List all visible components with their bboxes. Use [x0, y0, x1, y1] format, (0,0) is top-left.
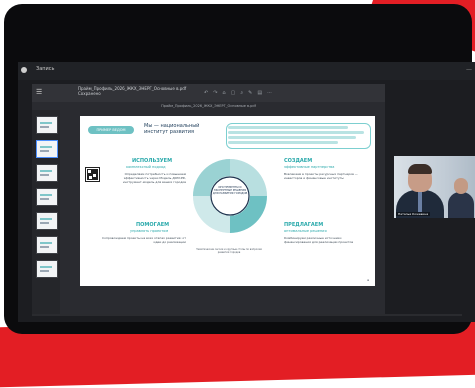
- presentation-slide: ПРИМЕР ВЕДОМ Мы — национальный институт …: [80, 116, 375, 286]
- document-title: Прайм_Профиль_2026_ЖКХ_ЭНЕРГ_Основные в.…: [161, 104, 256, 108]
- section-text-create: Вовлекаем в проекты ресурсных партнеров …: [284, 172, 358, 180]
- section-subtitle-offer: оптимальные решения: [284, 229, 327, 233]
- slide-pill-label: ПРИМЕР ВЕДОМ: [88, 126, 134, 134]
- file-subtitle: Сохранено: [78, 91, 101, 96]
- thumbnail-sidebar: [32, 110, 60, 316]
- home-icon[interactable]: ⌂: [222, 90, 230, 96]
- section-text-use: Определяем потребность и повышаем эффект…: [122, 172, 186, 184]
- section-subtitle-help: управлять проектом: [130, 229, 169, 233]
- undo-icon[interactable]: ↶: [204, 90, 213, 96]
- page-thumbnail[interactable]: [36, 260, 58, 278]
- slide-caption: Тематические сессии и круглые столы по в…: [196, 248, 262, 254]
- page-thumbnail[interactable]: [36, 236, 58, 254]
- window-title: Запись: [36, 66, 55, 72]
- slide-title: Мы — национальный институт развития: [144, 123, 200, 135]
- laptop-screen: Запись — ☰ Прайм_Профиль_2026_ЖКХ_ЭНЕРГ_…: [18, 62, 475, 322]
- window-titlebar: Запись —: [18, 62, 475, 80]
- more-icon[interactable]: ⋯: [267, 90, 277, 96]
- video-participant-tile[interactable]: Наталья Кожевина: [394, 156, 475, 218]
- menu-icon[interactable]: ☰: [36, 88, 42, 96]
- search-icon[interactable]: ⌕: [240, 90, 248, 96]
- laptop-body: Запись — ☰ Прайм_Профиль_2026_ЖКХ_ЭНЕРГ_…: [4, 4, 475, 334]
- section-title-offer: ПРЕДЛАГАЕМ: [284, 222, 324, 228]
- diagram-center-text: ИНСТРУМЕНТЫ И ЭКСПЕРТНЫЕ РЕШЕНИЯ ДЛЯ РАЗ…: [212, 186, 248, 196]
- slide-page-number: ▪: [366, 278, 369, 282]
- page-thumbnail-active[interactable]: [36, 140, 58, 158]
- page-thumbnail[interactable]: [36, 116, 58, 134]
- highlight-line: [228, 126, 348, 129]
- page-thumbnail[interactable]: [36, 188, 58, 206]
- page-thumbnail[interactable]: [36, 212, 58, 230]
- page-thumbnail[interactable]: [36, 164, 58, 182]
- viewer-toolbar: ☰ Прайм_Профиль_2026_ЖКХ_ЭНЕРГ_Основные …: [32, 84, 385, 102]
- minimize-button[interactable]: —: [466, 66, 472, 73]
- section-title-create: СОЗДАЕМ: [284, 158, 313, 164]
- section-subtitle-use: комплексный подход: [126, 165, 166, 169]
- pdf-viewer: ☰ Прайм_Профиль_2026_ЖКХ_ЭНЕРГ_Основные …: [32, 84, 385, 316]
- annotate-icon[interactable]: ✎: [248, 90, 257, 96]
- highlight-line: [228, 141, 338, 144]
- recording-dot-icon: [21, 67, 27, 73]
- circular-diagram: [190, 156, 270, 236]
- circular-diagram-svg: [193, 159, 267, 233]
- section-subtitle-create: эффективные партнерства: [284, 165, 335, 169]
- toolbar-icons[interactable]: ↶↷⌂▢⌕✎▤⋯: [204, 90, 277, 96]
- section-title-help: ПОМОГАЕМ: [136, 222, 170, 228]
- thumbnails-icon[interactable]: ▤: [257, 90, 267, 96]
- section-text-offer: Комбинируем различные источники финансир…: [284, 236, 354, 244]
- qr-code-icon: [86, 168, 99, 181]
- participant2-body: [448, 192, 474, 218]
- diagram-center-circle: [210, 176, 250, 216]
- section-title-use: ИСПОЛЬЗУЕМ: [132, 158, 173, 164]
- participant-tie: [418, 192, 422, 212]
- participant2-face: [454, 178, 468, 194]
- fit-page-icon[interactable]: ▢: [231, 90, 241, 96]
- file-name: Прайм_Профиль_2026_ЖКХ_ЭНЕРГ_Основные в.…: [78, 86, 186, 96]
- highlight-line: [228, 136, 356, 139]
- participant-hair: [408, 164, 432, 174]
- highlight-line: [228, 131, 364, 134]
- section-text-help: Сопровождаем проекты на всех этапах разв…: [102, 236, 186, 244]
- participant-name: Наталья Кожевина: [396, 212, 431, 216]
- status-bar: [32, 314, 462, 316]
